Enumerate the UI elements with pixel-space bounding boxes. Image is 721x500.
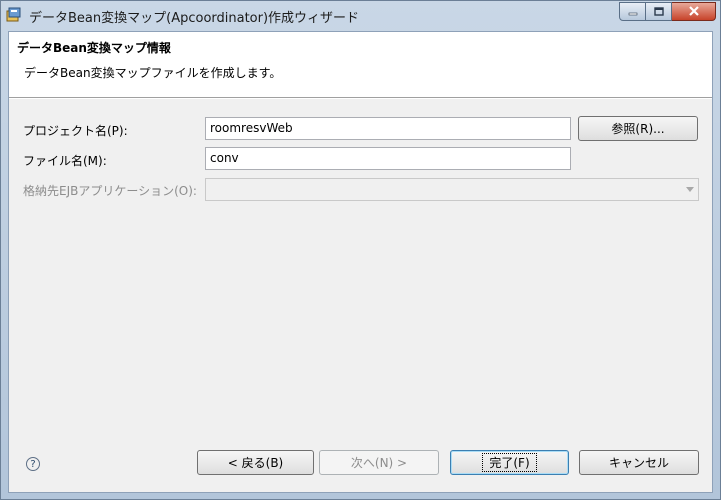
project-name-label: プロジェクト名(P): (23, 124, 128, 138)
maximize-icon (653, 5, 664, 19)
browse-button[interactable]: 参照(R)... (578, 116, 698, 141)
banner-separator (9, 98, 712, 99)
close-button[interactable] (672, 2, 716, 21)
close-icon (688, 5, 700, 19)
ejb-application-combo[interactable] (205, 178, 699, 201)
file-name-field[interactable]: conv (205, 147, 571, 170)
caption-buttons (619, 2, 716, 22)
banner-title: データBean変換マップ情報 (17, 41, 171, 55)
wizard-app-icon (6, 7, 22, 23)
banner-description: データBean変換マップファイルを作成します。 (24, 66, 282, 80)
wizard-content: データBean変換マップ情報 データBean変換マップファイルを作成します。 プ… (8, 31, 713, 493)
finish-button[interactable]: 完了(F) (450, 450, 569, 475)
wizard-window: データBean変換マップ(Apcoordinator)作成ウィザード データBe… (0, 0, 721, 500)
next-button[interactable]: 次へ(N) > (319, 450, 439, 475)
file-name-label: ファイル名(M): (23, 154, 107, 168)
chevron-down-icon (686, 187, 694, 192)
minimize-button[interactable] (619, 2, 646, 21)
ejb-application-label: 格納先EJBアプリケーション(O): (23, 184, 197, 198)
back-button[interactable]: < 戻る(B) (197, 450, 314, 475)
window-title: データBean変換マップ(Apcoordinator)作成ウィザード (29, 11, 360, 26)
cancel-button[interactable]: キャンセル (579, 450, 699, 475)
maximize-button[interactable] (646, 2, 672, 21)
project-name-field[interactable]: roomresvWeb (205, 117, 571, 140)
title-bar[interactable]: データBean変換マップ(Apcoordinator)作成ウィザード (1, 1, 720, 31)
minimize-icon (628, 5, 638, 19)
help-icon[interactable]: ? (26, 457, 40, 471)
finish-button-label: 完了(F) (482, 453, 537, 472)
wizard-banner: データBean変換マップ情報 データBean変換マップファイルを作成します。 (9, 32, 712, 98)
